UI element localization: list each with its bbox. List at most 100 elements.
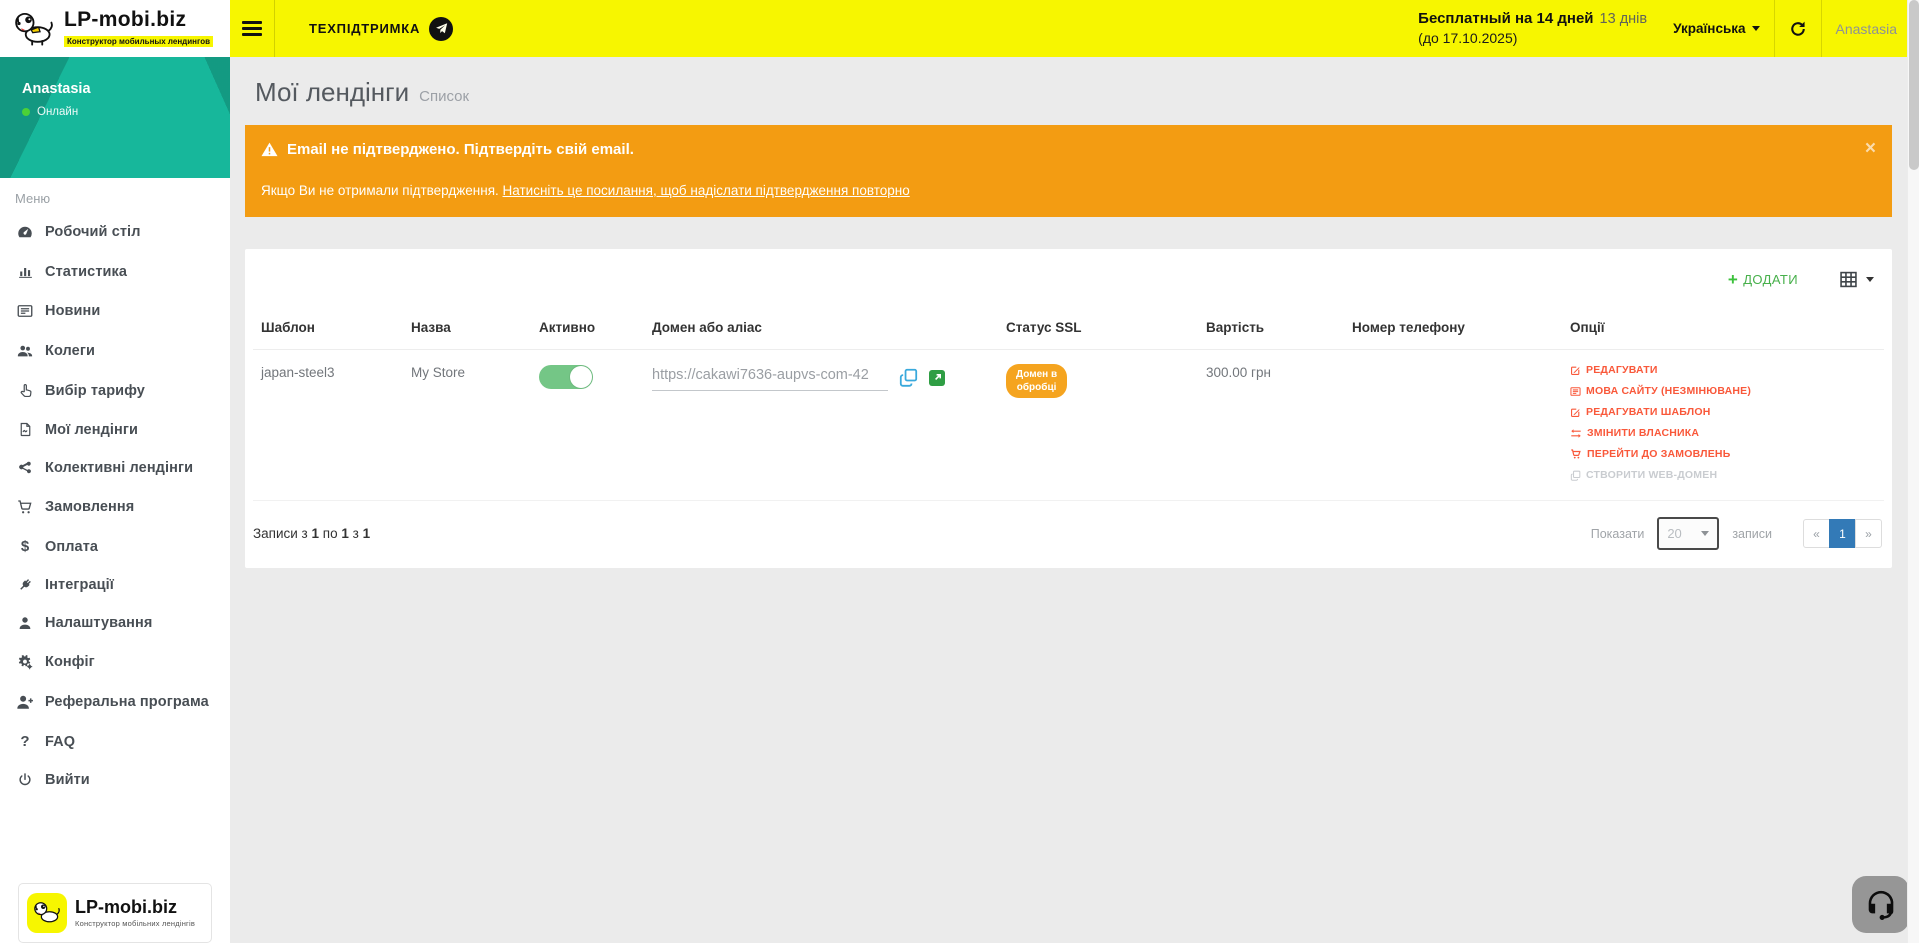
table-header-row: Шаблон Назва Активно Домен або аліас Ста… [253, 314, 1884, 350]
sidebar-item-logout[interactable]: Вийти [0, 761, 230, 799]
landings-table: Шаблон Назва Активно Домен або аліас Ста… [253, 314, 1884, 501]
main-content: Мої лендінги Список Email не підтверджен… [230, 57, 1919, 943]
newspaper-icon [15, 302, 35, 320]
pagination-next-button[interactable]: » [1855, 519, 1882, 548]
trial-until: (до 17.10.2025) [1418, 29, 1647, 48]
sidebar-item-config[interactable]: Конфіг [0, 642, 230, 682]
bar-chart-icon [15, 263, 35, 280]
sidebar-item-statistics[interactable]: Статистика [0, 252, 230, 291]
sidebar-item-referral[interactable]: Реферальна програма [0, 682, 230, 722]
row-price: 300.00 грн [1206, 365, 1271, 380]
scrollbar-thumb[interactable] [1909, 0, 1919, 170]
panel-toolbar: + ДОДАТИ [253, 261, 1884, 314]
topbar-divider [1774, 0, 1775, 57]
external-link-icon [929, 370, 945, 386]
brand-tagline: Конструктор мобильных лендингов [64, 36, 213, 47]
column-view-dropdown[interactable] [1840, 271, 1874, 288]
hamburger-icon [242, 18, 262, 39]
trial-days-left: 13 днів [1600, 11, 1648, 27]
page-scrollbar[interactable] [1907, 0, 1919, 943]
language-label: Українська [1673, 21, 1745, 36]
row-options: РЕДАГУВАТИ МОВА САЙТУ (НЕЗМІНЮВАНЕ) РЕДА… [1570, 364, 1878, 481]
grid-icon [1840, 271, 1857, 288]
support-label: ТЕХПІДТРИМКА [309, 21, 420, 36]
power-icon [15, 772, 35, 788]
warning-icon [261, 142, 278, 157]
footer-brand-title: LP-mobi.biz [75, 898, 195, 917]
option-create-web-domain: СТВОРИТИ WEB-ДОМЕН [1570, 469, 1878, 481]
chevron-down-icon [1752, 26, 1760, 31]
exchange-icon [1570, 428, 1582, 439]
headset-icon [1863, 887, 1899, 923]
sidebar-item-news[interactable]: Новини [0, 291, 230, 331]
option-edit[interactable]: РЕДАГУВАТИ [1570, 364, 1878, 376]
option-change-owner[interactable]: ЗМІНИТИ ВЛАСНИКА [1570, 427, 1878, 439]
online-status-dot [22, 108, 30, 116]
support-link[interactable]: ТЕХПІДТРИМКА [275, 0, 473, 57]
language-icon [1570, 386, 1581, 397]
trial-plan: Бесплатный на 14 дней [1418, 10, 1593, 27]
landings-panel: + ДОДАТИ Шаблон Назва Активно [245, 249, 1892, 568]
pagination: « 1 » [1803, 519, 1882, 548]
records-label: записи [1732, 527, 1772, 541]
sidebar-item-collective-landings[interactable]: Колективні лендінги [0, 449, 230, 487]
active-toggle[interactable] [539, 365, 593, 389]
col-header-price: Вартість [1206, 314, 1352, 350]
support-chat-button[interactable] [1852, 876, 1909, 933]
table-row: japan-steel3 My Store [253, 350, 1884, 501]
page-title: Мої лендінги [255, 77, 409, 108]
language-select[interactable]: Українська [1673, 21, 1759, 36]
col-header-template: Шаблон [253, 314, 411, 350]
option-go-to-orders[interactable]: ПЕРЕЙТИ ДО ЗАМОВЛЕНЬ [1570, 448, 1878, 460]
close-icon[interactable]: × [1865, 139, 1876, 158]
edit-icon [1570, 365, 1581, 376]
brand-logo-box[interactable]: LP-mobi.biz Конструктор мобильных лендин… [0, 0, 230, 57]
sidebar-toggle-button[interactable] [230, 0, 274, 57]
show-label: Показати [1591, 527, 1645, 541]
add-landing-button[interactable]: + ДОДАТИ [1728, 271, 1798, 288]
table-footer: Записи з 1 по 1 з 1 Показати 20 записи «… [253, 501, 1884, 568]
option-site-language[interactable]: МОВА САЙТУ (НЕЗМІНЮВАНЕ) [1570, 385, 1878, 397]
share-icon [15, 460, 35, 476]
sidebar-item-payment[interactable]: $ Оплата [0, 527, 230, 566]
clone-icon [1570, 470, 1581, 481]
sidebar-item-colleagues[interactable]: Колеги [0, 331, 230, 371]
col-header-active: Активно [539, 314, 652, 350]
sidebar-menu: Робочий стіл Статистика Новини Колеги Ви… [0, 212, 230, 799]
plug-icon [15, 577, 35, 593]
question-icon: ? [15, 733, 35, 750]
col-header-options: Опції [1570, 314, 1884, 350]
file-signature-icon [15, 421, 35, 438]
domain-input[interactable] [652, 364, 888, 391]
sidebar-item-orders[interactable]: Замовлення [0, 487, 230, 527]
page-header: Мої лендінги Список [245, 57, 1892, 125]
copy-domain-button[interactable] [899, 368, 918, 387]
open-domain-button[interactable] [929, 370, 945, 386]
sidebar-item-dashboard[interactable]: Робочий стіл [0, 212, 230, 252]
page-size-select[interactable]: 20 [1657, 517, 1719, 550]
pagination-page-1-button[interactable]: 1 [1829, 519, 1856, 548]
online-status-label: Онлайн [37, 106, 78, 118]
user-plus-icon [15, 693, 35, 711]
refresh-icon [1789, 20, 1807, 38]
user-icon [15, 615, 35, 631]
col-header-name: Назва [411, 314, 539, 350]
sidebar-item-my-landings[interactable]: Мої лендінги [0, 410, 230, 449]
pagination-prev-button[interactable]: « [1803, 519, 1830, 548]
row-template: japan-steel3 [261, 365, 335, 380]
sidebar-item-faq[interactable]: ? FAQ [0, 722, 230, 761]
users-icon [15, 342, 35, 360]
option-edit-template[interactable]: РЕДАГУВАТИ ШАБЛОН [1570, 406, 1878, 418]
user-menu[interactable]: Anastasia [1836, 21, 1897, 37]
sidebar-item-tariff[interactable]: Вибір тарифу [0, 371, 230, 410]
sidebar-username: Anastasia [22, 81, 230, 97]
sidebar-item-integrations[interactable]: Інтеграції [0, 566, 230, 604]
resend-confirmation-link[interactable]: Натисніть це посилання, щоб надіслати пі… [503, 183, 910, 198]
refresh-button[interactable] [1789, 20, 1807, 38]
brand-title: LP-mobi.biz [64, 8, 186, 31]
sidebar-brand-card[interactable]: LP-mobi.biz Конструктор мобільних лендін… [18, 883, 212, 943]
topbar-divider [1821, 0, 1822, 57]
topbar: LP-mobi.biz Конструктор мобильных лендин… [0, 0, 1919, 57]
email-alert: Email не підтверджено. Підтвердіть свій … [245, 125, 1892, 217]
sidebar-item-settings[interactable]: Налаштування [0, 604, 230, 642]
